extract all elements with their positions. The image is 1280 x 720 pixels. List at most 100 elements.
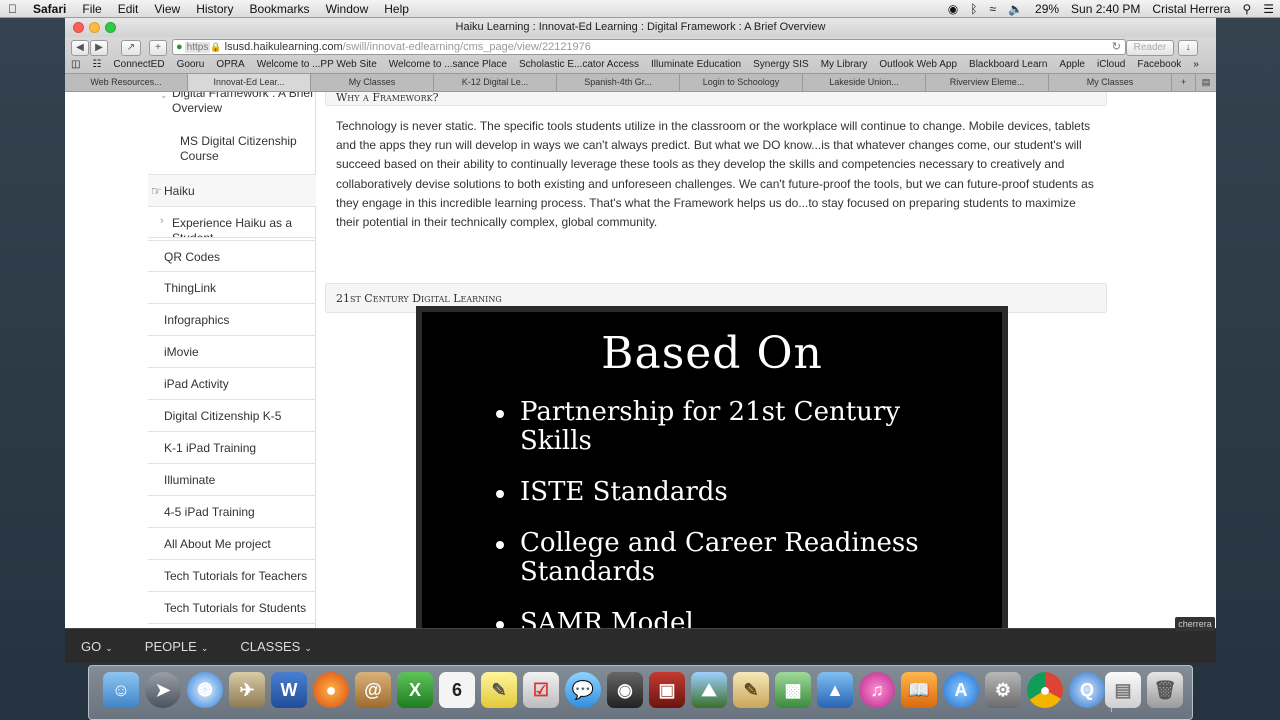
bookmark-item[interactable]: ConnectED — [107, 56, 170, 73]
nav-item-k1-ipad-training[interactable]: K-1 iPad Training — [148, 432, 316, 464]
nav-item-tech-tutorials-teachers[interactable]: Tech Tutorials for Teachers — [148, 560, 316, 592]
mail-icon[interactable]: ✈ — [229, 672, 265, 708]
keynote-icon[interactable]: ▲ — [817, 672, 853, 708]
app-store-icon[interactable]: A — [943, 672, 979, 708]
nav-item-ms-digital-citizenship[interactable]: MS Digital Citizenship Course — [148, 134, 316, 170]
bookmark-item[interactable]: Illuminate Education — [645, 56, 747, 73]
finder-icon[interactable]: ☺ — [103, 672, 139, 708]
menu-app-safari[interactable]: Safari — [25, 2, 74, 16]
forward-button[interactable]: ▶ — [90, 40, 108, 56]
reader-button[interactable]: Reader — [1126, 40, 1174, 56]
top-sites-icon[interactable]: ☷ — [86, 56, 107, 73]
spotlight-icon[interactable]: ⚲ — [1236, 2, 1257, 16]
reminders-icon[interactable]: ☑ — [523, 672, 559, 708]
add-bookmark-button[interactable]: + — [149, 40, 167, 56]
chrome-icon[interactable]: ● — [1027, 672, 1063, 708]
downloads-button[interactable]: ↓ — [1178, 40, 1198, 56]
bookmark-item[interactable]: My Library — [815, 56, 874, 73]
tab-schoology[interactable]: Login to Schoology — [680, 74, 803, 91]
tab-spanish[interactable]: Spanish-4th Gr... — [557, 74, 680, 91]
back-button[interactable]: ◀ — [71, 40, 89, 56]
nav-item-experience-haiku[interactable]: › Experience Haiku as a Student — [148, 208, 316, 238]
minimize-window-button[interactable] — [89, 22, 100, 33]
bookmark-item[interactable]: Gooru — [171, 56, 211, 73]
nav-item-qr-codes[interactable]: QR Codes — [148, 240, 316, 272]
address-bar[interactable]: ● https 🔒 lsusd.haikulearning.com/swill/in… — [172, 39, 1126, 55]
quicktime-icon[interactable]: Q — [1069, 672, 1105, 708]
tab-my-classes-2[interactable]: My Classes — [1049, 74, 1172, 91]
tab-innovat-ed[interactable]: Innovat-Ed Lear... — [188, 74, 311, 91]
document-icon[interactable]: ▤ — [1105, 672, 1141, 708]
nav-item-haiku[interactable]: ☞ Haiku — [148, 174, 316, 207]
bookmark-item[interactable]: iCloud — [1091, 56, 1131, 73]
launchpad-icon[interactable]: ➤ — [145, 672, 181, 708]
tab-riverview[interactable]: Riverview Eleme... — [926, 74, 1049, 91]
record-icon[interactable]: ◉ — [942, 2, 964, 16]
nav-item-ipad-activity[interactable]: iPad Activity — [148, 368, 316, 400]
menu-edit[interactable]: Edit — [110, 2, 147, 16]
nav-item-illuminate[interactable]: Illuminate — [148, 464, 316, 496]
menu-file[interactable]: File — [74, 2, 109, 16]
wifi-icon[interactable]: ≈ — [983, 2, 1002, 16]
pages-icon[interactable]: ✎ — [733, 672, 769, 708]
notes-icon[interactable]: ✎ — [481, 672, 517, 708]
itunes-icon[interactable]: ♫ — [859, 672, 895, 708]
bookmark-item[interactable]: Synergy SIS — [747, 56, 815, 73]
menu-help[interactable]: Help — [376, 2, 417, 16]
nav-item-thinglink[interactable]: ThingLink — [148, 272, 316, 304]
calendar-icon[interactable]: 6 — [439, 672, 475, 708]
tab-overview-icon[interactable]: ▤ — [1196, 74, 1216, 91]
system-preferences-icon[interactable]: ⚙ — [985, 672, 1021, 708]
people-menu[interactable]: PEOPLE ⌄ — [129, 639, 225, 654]
bookmark-item[interactable]: Scholastic E...cator Access — [513, 56, 645, 73]
user-name[interactable]: Cristal Herrera — [1146, 2, 1236, 16]
excel-icon[interactable]: X — [397, 672, 433, 708]
share-button[interactable]: ↗ — [121, 40, 141, 56]
tab-lakeside[interactable]: Lakeside Union... — [803, 74, 926, 91]
menu-view[interactable]: View — [146, 2, 188, 16]
bookmark-item[interactable]: Blackboard Learn — [963, 56, 1053, 73]
menu-bookmarks[interactable]: Bookmarks — [242, 2, 318, 16]
numbers-icon[interactable]: ▩ — [775, 672, 811, 708]
safari-icon[interactable]: ❂ — [187, 672, 223, 708]
photo-booth-icon[interactable]: ▣ — [649, 672, 685, 708]
nav-item-digital-framework[interactable]: ⌄ Digital Framework : A Brief Overview — [148, 92, 316, 124]
more-bookmarks-icon[interactable]: » — [1187, 56, 1205, 73]
menu-history[interactable]: History — [188, 2, 241, 16]
go-menu[interactable]: GO ⌄ — [65, 639, 129, 654]
zoom-window-button[interactable] — [105, 22, 116, 33]
contacts-icon[interactable]: @ — [355, 672, 391, 708]
bookmark-item[interactable]: Welcome to ...PP Web Site — [251, 56, 383, 73]
tab-k12-digital[interactable]: K-12 Digital Le... — [434, 74, 557, 91]
tab-my-classes[interactable]: My Classes — [311, 74, 434, 91]
bookmark-item[interactable]: OPRA — [210, 56, 250, 73]
messages-icon[interactable]: 💬 — [565, 672, 601, 708]
apple-menu-icon[interactable]:  — [0, 2, 25, 16]
nav-item-all-about-me[interactable]: All About Me project — [148, 528, 316, 560]
bookmark-item[interactable]: Outlook Web App — [873, 56, 963, 73]
reading-list-icon[interactable]: ◫ — [65, 56, 86, 73]
firefox-icon[interactable]: ● — [313, 672, 349, 708]
volume-icon[interactable]: 🔈 — [1002, 2, 1029, 16]
trash-icon[interactable]: 🗑 — [1147, 672, 1183, 708]
nav-item-45-ipad-training[interactable]: 4-5 iPad Training — [148, 496, 316, 528]
nav-item-digital-citizenship-k5[interactable]: Digital Citizenship K-5 — [148, 400, 316, 432]
clock[interactable]: Sun 2:40 PM — [1065, 2, 1146, 16]
nav-item-infographics[interactable]: Infographics — [148, 304, 316, 336]
bookmark-item[interactable]: Apple — [1053, 56, 1091, 73]
iphoto-icon[interactable]: ⛰ — [691, 672, 727, 708]
ibooks-icon[interactable]: 📖 — [901, 672, 937, 708]
classes-menu[interactable]: CLASSES ⌄ — [224, 639, 328, 654]
nav-item-tech-tutorials-students[interactable]: Tech Tutorials for Students — [148, 592, 316, 624]
menu-window[interactable]: Window — [318, 2, 377, 16]
close-window-button[interactable] — [73, 22, 84, 33]
facetime-icon[interactable]: ◉ — [607, 672, 643, 708]
nav-item-imovie[interactable]: iMovie — [148, 336, 316, 368]
new-tab-button[interactable]: + — [1172, 74, 1196, 91]
bookmark-item[interactable]: Facebook — [1131, 56, 1187, 73]
tab-web-resources[interactable]: Web Resources... — [65, 74, 188, 91]
bluetooth-icon[interactable]: ᛒ — [964, 2, 983, 16]
notification-center-icon[interactable]: ☰ — [1257, 2, 1280, 16]
battery-level[interactable]: 29% — [1029, 2, 1065, 16]
bookmark-item[interactable]: Welcome to ...sance Place — [383, 56, 513, 73]
